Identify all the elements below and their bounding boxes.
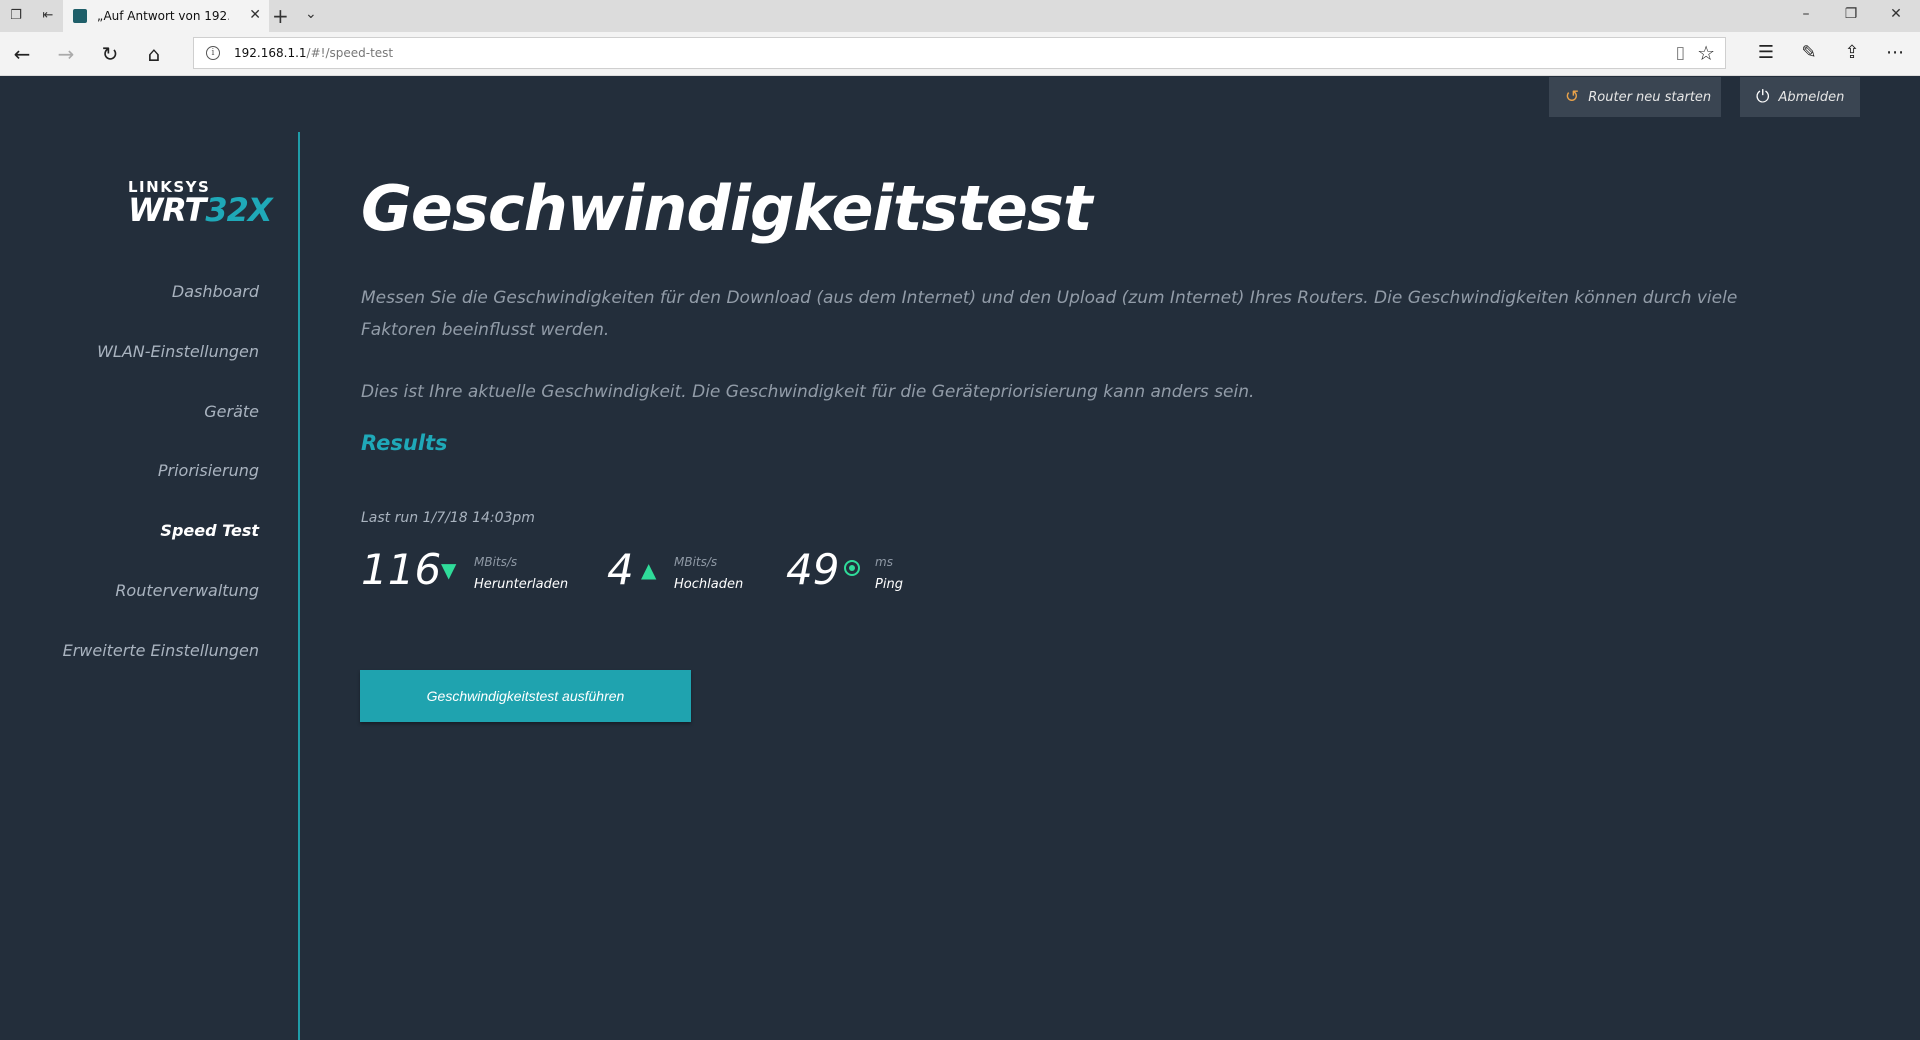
run-speed-test-button[interactable]: Geschwindigkeitstest ausführen	[360, 670, 691, 722]
logo-model: WRT32X	[128, 191, 273, 229]
favorite-star-icon[interactable]: ☆	[1697, 41, 1715, 65]
last-run-timestamp: Last run 1/7/18 14:03pm	[361, 510, 535, 526]
restore-icon[interactable]: ❐	[1841, 6, 1861, 22]
upload-label: Hochladen	[674, 577, 744, 592]
address-url[interactable]: 192.168.1.1/#!/speed-test	[234, 46, 393, 60]
share-icon[interactable]: ⇪	[1839, 42, 1865, 63]
upload-value: 4	[607, 545, 634, 594]
restart-label: Router neu starten	[1588, 89, 1712, 105]
minimize-icon[interactable]: –	[1796, 6, 1816, 22]
page-title: Geschwindigkeitstest	[361, 172, 1093, 245]
browser-tab-active[interactable]: „Auf Antwort von 192.1 ✕	[63, 0, 269, 32]
ping-value: 49	[786, 545, 840, 594]
sidebar-item-dashboard[interactable]: Dashboard	[172, 282, 259, 301]
logout-button[interactable]: ⏻ Abmelden	[1740, 77, 1860, 117]
page-description: Messen Sie die Geschwindigkeiten für den…	[361, 288, 1738, 340]
home-icon[interactable]: ⌂	[142, 42, 166, 66]
upload-metric: 4 ▲ MBits/s Hochladen	[607, 545, 757, 605]
wifi-favicon-icon	[73, 9, 87, 23]
download-label: Herunterladen	[474, 577, 569, 592]
sidebar-item-speed-test[interactable]: Speed Test	[160, 521, 259, 540]
sidebar-item-wlan-settings[interactable]: WLAN-Einstellungen	[97, 342, 259, 361]
browser-tab-bar: ❐ ⇤ „Auf Antwort von 192.1 ✕ + ⌄ – ❐ ✕	[0, 0, 1920, 32]
logout-label: Abmelden	[1778, 89, 1845, 105]
site-info-icon[interactable]: i	[206, 46, 220, 60]
sidebar-divider	[298, 132, 300, 1040]
favorites-hub-icon[interactable]: ☰	[1753, 42, 1779, 63]
forward-icon[interactable]: →	[54, 42, 78, 66]
restart-icon: ↺	[1565, 87, 1580, 107]
refresh-icon[interactable]: ↻	[98, 42, 122, 66]
sidebar-item-router-management[interactable]: Routerverwaltung	[115, 581, 259, 600]
ping-unit: ms	[875, 555, 893, 569]
download-arrow-icon: ▼	[441, 558, 457, 582]
new-tab-icon[interactable]: +	[272, 4, 289, 28]
close-tab-icon[interactable]: ✕	[249, 7, 261, 23]
ping-target-icon	[844, 560, 860, 576]
sidebar-item-advanced-settings[interactable]: Erweiterte Einstellungen	[63, 641, 259, 660]
set-aside-tabs-icon[interactable]: ⇤	[38, 6, 58, 26]
sidebar-item-prioritization[interactable]: Priorisierung	[158, 461, 259, 480]
download-value: 116	[361, 545, 442, 594]
back-icon[interactable]: ←	[10, 42, 34, 66]
logo-model-prefix: WRT	[128, 191, 206, 229]
url-host: 192.168.1.1	[234, 46, 307, 60]
results-heading: Results	[361, 431, 448, 455]
upload-arrow-icon: ▲	[641, 558, 657, 582]
restart-router-button[interactable]: ↺ Router neu starten	[1549, 77, 1721, 117]
url-path: /#!/speed-test	[306, 46, 394, 60]
upload-unit: MBits/s	[674, 555, 718, 569]
download-metric: 116 ▼ MBits/s Herunterladen	[361, 545, 568, 605]
router-page: ↺ Router neu starten ⏻ Abmelden LINKSYS …	[0, 77, 1920, 1040]
download-unit: MBits/s	[474, 555, 518, 569]
address-bar[interactable]: i 192.168.1.1/#!/speed-test ▯ ☆	[193, 37, 1726, 69]
web-note-pen-icon[interactable]: ✎	[1796, 42, 1822, 63]
close-window-icon[interactable]: ✕	[1886, 6, 1906, 22]
reading-view-icon[interactable]: ▯	[1676, 43, 1685, 63]
more-menu-icon[interactable]: ⋯	[1882, 42, 1908, 63]
linksys-logo: LINKSYS WRT32X	[128, 178, 273, 229]
sidebar-item-devices[interactable]: Geräte	[204, 402, 259, 421]
tab-overview-icon[interactable]: ❐	[6, 6, 26, 26]
tab-list-chevron-icon[interactable]: ⌄	[305, 6, 317, 22]
tab-title: „Auf Antwort von 192.1	[97, 9, 229, 23]
speed-note: Dies ist Ihre aktuelle Geschwindigkeit. …	[361, 382, 1255, 402]
ping-metric: 49 ms Ping	[786, 545, 916, 605]
power-icon: ⏻	[1756, 87, 1770, 107]
logo-model-number: 32X	[205, 191, 272, 229]
ping-label: Ping	[875, 577, 903, 592]
browser-nav-bar: ← → ↻ ⌂ i 192.168.1.1/#!/speed-test ▯ ☆ …	[0, 32, 1920, 76]
